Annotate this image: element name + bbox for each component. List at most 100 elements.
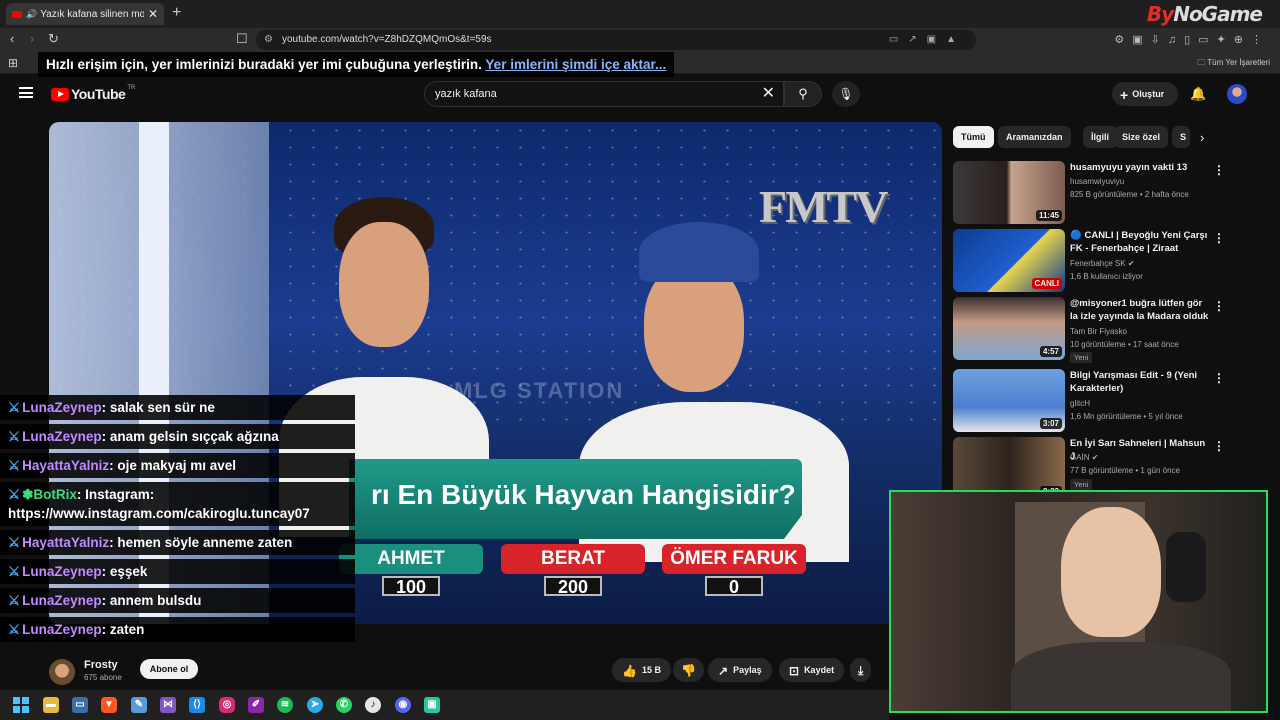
chat-message: ⚔ HayattaYalniz: hemen söyle anneme zaten <box>0 530 355 555</box>
download-icon: ⤓ <box>858 663 864 678</box>
duration-badge: 4:57 <box>1039 346 1062 357</box>
kick-app-icon[interactable]: ▣ <box>424 697 440 713</box>
reload-icon[interactable]: ↻ <box>48 31 59 47</box>
bookmark-icon[interactable]: ☐ <box>236 31 248 47</box>
telegram-icon[interactable]: ➤ <box>307 697 323 713</box>
new-tab-icon[interactable]: + <box>172 4 181 22</box>
notifications-bell-icon[interactable]: 🔔 <box>1190 86 1206 102</box>
extensions-toolbar[interactable]: ⚙▣⇩♫▯▭✦⊕⋮ <box>1114 33 1270 46</box>
channel-avatar[interactable] <box>49 659 75 685</box>
video-title[interactable]: 🔵 CANLI | Beyoğlu Yeni Çarşı FK - Fenerb… <box>1070 229 1210 256</box>
webcam-overlay <box>889 490 1268 713</box>
search-button[interactable]: ⚲ <box>784 81 822 107</box>
video-thumbnail[interactable]: 4:57 <box>953 297 1065 360</box>
account-avatar[interactable] <box>1227 84 1247 104</box>
url-actions[interactable]: ▭↗▣▲ <box>889 30 966 50</box>
video-thumbnail[interactable]: CANLI <box>953 229 1065 292</box>
discord-icon[interactable]: ◉ <box>395 697 411 713</box>
subscriber-count: 675 abone <box>84 673 122 682</box>
share-button[interactable]: ↗ Paylaş <box>708 658 772 682</box>
youtube-header: YouTube TR yazık kafana ✕ ⚲ 🎙 + Oluştur 🔔 <box>0 75 1280 115</box>
save-button[interactable]: ⊡ Kaydet <box>779 658 845 682</box>
url-field[interactable]: ⚙ youtube.com/watch?v=Z8hDZQMQmOs&t=59s … <box>256 30 976 50</box>
spotify-icon[interactable]: ≋ <box>277 697 293 713</box>
bookmarks-message: Hızlı erişim için, yer imlerinizi burada… <box>38 52 675 77</box>
video-channel[interactable]: glitcH <box>1070 399 1090 408</box>
all-bookmarks[interactable]: 🗀 Tüm Yer İşaretleri <box>1197 52 1270 74</box>
video-title[interactable]: Bilgi Yarışması Edit - 9 (Yeni Karakterl… <box>1070 369 1210 395</box>
forward-icon[interactable]: › <box>30 31 34 46</box>
file-explorer-icon[interactable]: ▬ <box>43 697 59 713</box>
close-tab-icon[interactable]: ✕ <box>148 7 158 21</box>
speaker-icon[interactable]: 🔊 <box>26 9 37 20</box>
video-channel[interactable]: GAİN ✔ <box>1070 453 1098 462</box>
chip-related[interactable]: İlgili <box>1083 126 1117 148</box>
pen-tool-icon[interactable]: ✐ <box>248 697 264 713</box>
video-title[interactable]: @misyoner1 buğra lütfen gör la izle yayı… <box>1070 297 1210 324</box>
chat-message: ⚔ ✽BotRix: Instagram: https://www.instagr… <box>0 482 355 526</box>
like-button[interactable]: 👍 15 B <box>612 658 671 682</box>
browser-tab-bar: 🔊 Yazık kafana silinen montaj - ✕ + ByNo… <box>0 0 1280 28</box>
score-ahmet: AHMET 100 <box>339 544 483 596</box>
more-options-icon[interactable]: ⋮ <box>1213 299 1225 313</box>
sword-icon: ⚔ <box>8 487 21 502</box>
video-thumbnail[interactable]: 3:07 <box>953 369 1065 432</box>
recommendation-item[interactable]: 11:45 husamyuyu yayın vakti 13 husamwiyu… <box>953 161 1253 225</box>
streamer-face <box>1061 507 1161 637</box>
sword-icon: ⚔ <box>8 535 21 550</box>
recommendation-item[interactable]: 3:07 Bilgi Yarışması Edit - 9 (Yeni Kara… <box>953 369 1253 433</box>
chevron-right-icon[interactable]: › <box>1200 130 1204 145</box>
more-options-icon[interactable]: ⋮ <box>1213 231 1225 245</box>
chip-all[interactable]: Tümü <box>953 126 994 148</box>
video-thumbnail[interactable]: 11:45 <box>953 161 1065 224</box>
new-badge: Yeni <box>1070 479 1093 490</box>
video-channel[interactable]: Tam Bir Fiyasko <box>1070 327 1127 336</box>
create-button[interactable]: + Oluştur <box>1112 82 1178 106</box>
thumbs-up-icon: 👍 <box>622 663 637 678</box>
channel-brand-logo: FMTV <box>759 181 888 232</box>
chat-message: ⚔ LunaZeynep: annem bulsdu <box>0 588 355 613</box>
channel-name[interactable]: Frosty <box>84 659 118 671</box>
vscode-icon[interactable]: ⟨⟩ <box>189 697 205 713</box>
clear-search-icon[interactable]: ✕ <box>762 82 775 106</box>
menu-icon[interactable] <box>19 87 33 98</box>
back-icon[interactable]: ‹ <box>10 31 14 46</box>
more-options-icon[interactable]: ⋮ <box>1213 439 1225 453</box>
windows-start-icon[interactable] <box>13 697 29 713</box>
instagram-icon[interactable]: ◎ <box>219 697 235 713</box>
voice-search-button[interactable]: 🎙 <box>832 81 860 107</box>
tab-title: Yazık kafana silinen montaj - <box>40 8 144 20</box>
browser-tab[interactable]: 🔊 Yazık kafana silinen montaj - ✕ <box>6 3 164 25</box>
chip-for-you[interactable]: Size özel <box>1114 126 1169 148</box>
recommendation-item[interactable]: CANLI 🔵 CANLI | Beyoğlu Yeni Çarşı FK - … <box>953 229 1253 293</box>
monitor-icon[interactable]: ▭ <box>72 697 88 713</box>
duration-badge: 11:45 <box>1035 210 1062 221</box>
download-button[interactable]: ⤓ <box>850 658 872 682</box>
whatsapp-icon[interactable]: ✆ <box>336 697 352 713</box>
video-channel[interactable]: husamwiyuviyu <box>1070 177 1124 186</box>
chip-more[interactable]: S <box>1172 126 1190 148</box>
import-bookmarks-link[interactable]: Yer imlerini şimdi içe aktar... <box>485 57 666 72</box>
video-channel[interactable]: Fenerbahçe SK ✔ <box>1070 259 1135 268</box>
search-input[interactable]: yazık kafana ✕ <box>424 81 784 107</box>
share-icon: ↗ <box>718 663 729 678</box>
brave-browser-icon[interactable]: ▼ <box>101 697 117 713</box>
visual-studio-icon[interactable]: ⋈ <box>160 697 176 713</box>
question-banner: rı En Büyük Hayvan Hangisidir? <box>349 459 802 539</box>
more-options-icon[interactable]: ⋮ <box>1213 163 1225 177</box>
paint-icon[interactable]: ✎ <box>131 697 147 713</box>
subscribe-button[interactable]: Abone ol <box>140 659 198 679</box>
more-options-icon[interactable]: ⋮ <box>1213 371 1225 385</box>
bookmarks-bar: ⊞ Hızlı erişim için, yer imlerinizi bura… <box>0 52 1280 77</box>
thumbs-down-icon: 👎 <box>681 663 696 678</box>
score-name: ÖMER FARUK <box>662 544 806 574</box>
chat-message: ⚔ LunaZeynep: eşşek <box>0 559 355 584</box>
apps-grid-icon[interactable]: ⊞ <box>8 52 18 74</box>
recommendation-item[interactable]: 4:57 @misyoner1 buğra lütfen gör la izle… <box>953 297 1253 363</box>
dislike-button[interactable]: 👎 <box>673 658 704 682</box>
chip-from-search[interactable]: Aramanızdan <box>998 126 1071 148</box>
site-info-icon[interactable]: ⚙ <box>264 30 273 50</box>
music-app-icon[interactable]: ♪ <box>365 697 381 713</box>
video-title[interactable]: husamyuyu yayın vakti 13 <box>1070 161 1210 174</box>
youtube-logo[interactable]: YouTube TR <box>51 85 135 102</box>
